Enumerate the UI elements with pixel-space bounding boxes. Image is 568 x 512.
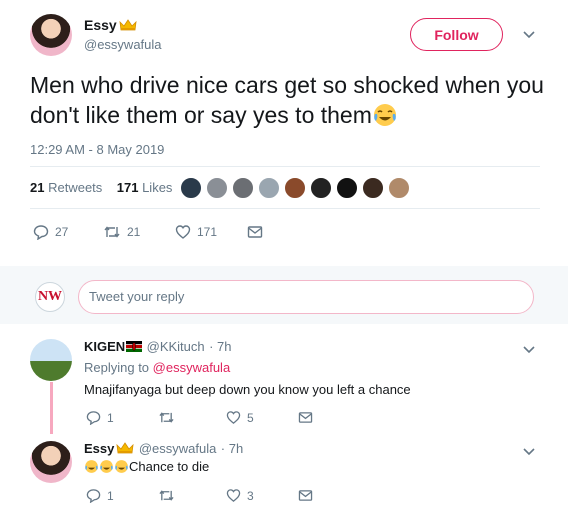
reply-actions: 1 5	[86, 410, 319, 425]
like-action[interactable]: 171	[175, 224, 247, 240]
reply-author-name[interactable]: KIGEN	[84, 339, 125, 354]
reply-author-handle[interactable]: @essywafula	[139, 441, 217, 456]
envelope-icon	[298, 412, 313, 423]
likers-avatars	[180, 177, 414, 199]
divider	[30, 166, 540, 167]
tweet-actions: 27 21 171	[33, 224, 269, 240]
envelope-icon	[298, 490, 313, 501]
direct-message-action[interactable]	[298, 411, 319, 424]
reply-header: Essy @essywafula · 7h	[84, 440, 243, 458]
author-name[interactable]: Essy	[84, 17, 137, 33]
replying-to-handle[interactable]: @essywafula	[153, 360, 231, 375]
liker-avatar[interactable]	[284, 177, 306, 199]
like-action[interactable]: 3	[226, 488, 298, 503]
reply-action[interactable]: 1	[86, 488, 158, 503]
reply-text: Chance to die	[84, 459, 209, 474]
reply-icon	[86, 489, 101, 503]
author-avatar[interactable]	[30, 14, 72, 56]
like-action[interactable]: 5	[226, 410, 298, 425]
reply-icon	[86, 411, 101, 425]
reply-action[interactable]: 1	[86, 410, 158, 425]
follow-button[interactable]: Follow	[410, 18, 503, 51]
reply-input[interactable]: Tweet your reply	[78, 280, 534, 314]
chevron-down-icon[interactable]	[522, 343, 536, 357]
reply-text: Mnajifanyaga but deep down you know you …	[84, 382, 411, 397]
reply-header: KIGEN @KKituch · 7h	[84, 338, 231, 356]
heart-icon	[226, 411, 241, 424]
tweet-timestamp[interactable]: 12:29 AM - 8 May 2019	[30, 142, 164, 157]
retweet-action[interactable]	[158, 410, 226, 425]
reply-time[interactable]: · 7h	[209, 339, 231, 354]
reply-author-name[interactable]: Essy	[84, 441, 114, 456]
direct-message-action[interactable]	[298, 489, 319, 502]
reply-action[interactable]: 27	[33, 224, 103, 240]
liker-avatar[interactable]	[362, 177, 384, 199]
retweet-icon	[159, 490, 174, 501]
crown-emoji-icon	[119, 19, 137, 31]
reply-author-handle[interactable]: @KKituch	[147, 339, 205, 354]
liker-avatar[interactable]	[310, 177, 332, 199]
liker-avatar[interactable]	[388, 177, 410, 199]
tears-of-joy-emoji-icon	[85, 460, 98, 473]
liker-avatar[interactable]	[336, 177, 358, 199]
chevron-down-icon[interactable]	[522, 28, 536, 42]
heart-icon	[226, 489, 241, 502]
replying-to: Replying to @essywafula	[84, 360, 231, 375]
reply-author-avatar[interactable]	[30, 441, 72, 483]
tears-of-joy-emoji-icon	[100, 460, 113, 473]
reply-time[interactable]: · 7h	[221, 441, 243, 456]
reply-actions: 1 3	[86, 488, 319, 503]
reply-icon	[33, 225, 49, 240]
tweet-text: Men who drive nice cars get so shocked w…	[30, 72, 544, 128]
kenya-flag-emoji-icon	[126, 341, 143, 352]
tweet-stats: 21 Retweets 171 Likes	[30, 180, 172, 195]
divider	[30, 208, 540, 209]
retweet-icon	[104, 226, 120, 238]
user-avatar[interactable]: NW	[35, 282, 65, 312]
tears-of-joy-emoji-icon	[373, 104, 396, 126]
reply-author-avatar[interactable]	[30, 339, 72, 381]
retweet-action[interactable]: 21	[103, 224, 175, 240]
likes-stat[interactable]: 171 Likes	[117, 180, 173, 195]
retweets-stat[interactable]: 21 Retweets	[30, 180, 102, 195]
crown-emoji-icon	[116, 442, 134, 454]
liker-avatar[interactable]	[180, 177, 202, 199]
chevron-down-icon[interactable]	[522, 445, 536, 459]
tears-of-joy-emoji-icon	[115, 460, 128, 473]
heart-icon	[175, 225, 191, 239]
retweet-icon	[159, 412, 174, 423]
author-handle[interactable]: @essywafula	[84, 37, 162, 52]
thread-connector-line	[50, 382, 53, 434]
liker-avatar[interactable]	[206, 177, 228, 199]
liker-avatar[interactable]	[258, 177, 280, 199]
direct-message-action[interactable]	[247, 225, 269, 239]
envelope-icon	[247, 226, 263, 238]
liker-avatar[interactable]	[232, 177, 254, 199]
retweet-action[interactable]	[158, 488, 226, 503]
